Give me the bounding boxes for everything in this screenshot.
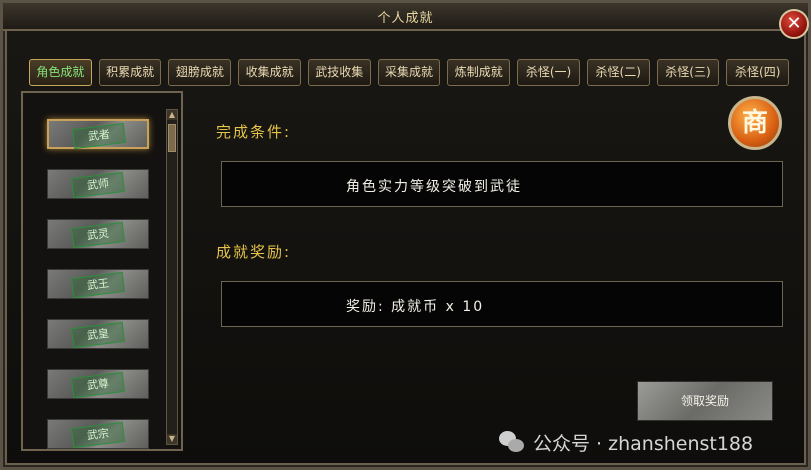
reward-title: 成就奖励: (216, 243, 292, 261)
scroll-thumb[interactable] (168, 124, 176, 152)
achievement-window: 个人成就 ✕ 角色成就 积累成就 翅膀成就 收集成就 武技收集 采集成就 炼制成就 杀怪(一)… (0, 0, 811, 470)
condition-text: 角色实力等级突破到武徒 (346, 179, 522, 195)
tab-8[interactable]: 杀怪(二) (586, 59, 650, 86)
window-title: 个人成就 (377, 11, 434, 26)
achievement-list: ▲ ▼ 武者武师武灵武王武皇武尊武宗 (21, 91, 183, 451)
achievement-item[interactable]: 武皇 (47, 319, 149, 349)
tab-10[interactable]: 杀怪(四) (726, 59, 790, 86)
achievement-item[interactable]: 武宗 (47, 419, 149, 449)
tab-4[interactable]: 武技收集 (307, 59, 371, 86)
tab-bar: 角色成就 积累成就 翅膀成就 收集成就 武技收集 采集成就 炼制成就 杀怪(一) 杀怪(二) 杀怪… (29, 59, 790, 87)
achievement-item[interactable]: 武师 (47, 169, 149, 199)
claim-reward-button[interactable]: 领取奖励 (637, 381, 773, 421)
achievement-item[interactable]: 武尊 (47, 369, 149, 399)
condition-title: 完成条件: (216, 123, 292, 141)
list-scrollbar[interactable]: ▲ ▼ (166, 109, 178, 445)
tab-1[interactable]: 积累成就 (98, 59, 162, 86)
title-bar: 个人成就 (3, 3, 808, 31)
reward-text: 奖励: 成就币 x 10 (346, 299, 485, 315)
tab-7[interactable]: 杀怪(一) (517, 59, 580, 86)
achievement-label: 武尊 (70, 371, 126, 399)
reward-box: 奖励: 成就币 x 10 (221, 281, 783, 327)
achievement-label: 武王 (70, 271, 126, 299)
tab-2[interactable]: 翅膀成就 (168, 59, 232, 86)
tab-9[interactable]: 杀怪(三) (656, 59, 720, 86)
watermark: 公众号 · zhanshenst188 (499, 427, 753, 457)
achievement-item[interactable]: 武灵 (47, 219, 149, 249)
achievement-label: 武宗 (70, 421, 126, 449)
tab-6[interactable]: 炼制成就 (447, 59, 511, 86)
tab-5[interactable]: 采集成就 (377, 59, 441, 86)
achievement-label: 武灵 (70, 221, 126, 249)
tab-0[interactable]: 角色成就 (29, 59, 92, 86)
tab-3[interactable]: 收集成就 (238, 59, 301, 86)
wechat-icon (499, 431, 525, 453)
watermark-text: 公众号 · zhanshenst188 (533, 432, 754, 455)
scroll-up-icon[interactable]: ▲ (167, 110, 177, 120)
close-icon[interactable]: ✕ (779, 9, 809, 39)
achievement-label: 武皇 (70, 321, 126, 349)
scroll-down-icon[interactable]: ▼ (167, 434, 177, 444)
achievement-item[interactable]: 武王 (47, 269, 149, 299)
condition-box: 角色实力等级突破到武徒 (221, 161, 783, 207)
shop-icon[interactable]: 商 (728, 96, 782, 150)
achievement-item[interactable]: 武者 (47, 119, 149, 150)
achievement-label: 武师 (70, 171, 126, 199)
achievement-label: 武者 (71, 122, 127, 150)
